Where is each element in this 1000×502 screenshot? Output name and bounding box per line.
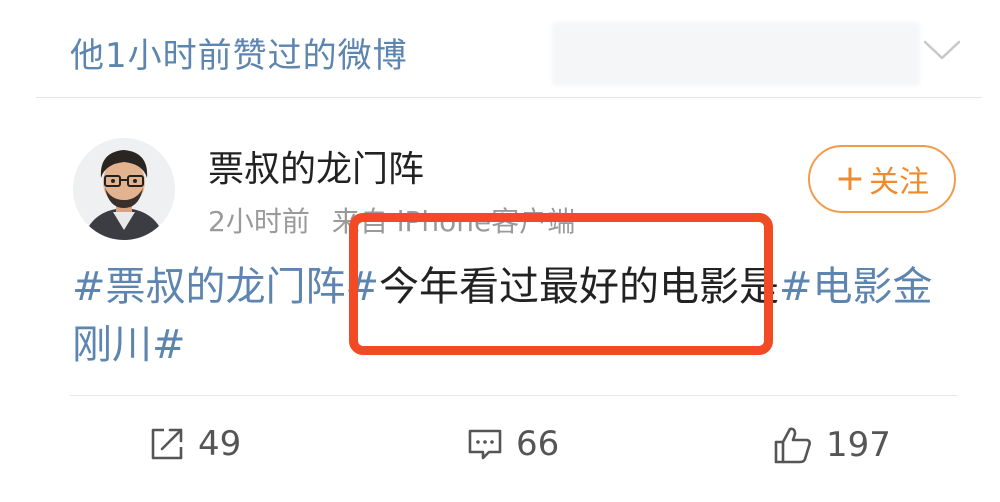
follow-label: 关注 [869,165,930,200]
comment-button[interactable]: 66 [466,424,559,464]
post-time: 2小时前 [208,205,310,238]
comment-icon [468,429,502,460]
divider [70,395,958,396]
plus-icon: + [834,158,866,199]
like-icon [774,427,811,464]
comment-count: 66 [516,424,560,464]
follow-button[interactable]: + 关注 [808,145,956,213]
liked-header-title: 他1小时前赞过的微博 [70,36,408,76]
post-meta: 2小时前 来自 iPhone客户端 [208,200,575,240]
repost-icon [151,428,183,460]
blurred-region [552,22,920,86]
post-source: 来自 iPhone客户端 [331,205,576,238]
author-name[interactable]: 票叔的龙门阵 [208,140,424,192]
topic-link[interactable]: #票叔的龙门阵# [72,264,379,310]
repost-count: 49 [198,424,242,464]
liked-header[interactable]: 他1小时前赞过的微博 [0,0,1000,97]
action-bar: 49 66 197 [0,410,1000,490]
chevron-down-icon[interactable] [922,38,962,62]
post-body-text: 今年看过最好的电影是 [379,264,780,310]
repost-button[interactable]: 49 [148,424,241,464]
like-button[interactable]: 197 [772,424,891,466]
divider [36,97,982,98]
like-count: 197 [826,425,891,465]
post-text: #票叔的龙门阵#今年看过最好的电影是#电影金刚川# [72,258,952,374]
avatar[interactable] [73,138,175,240]
